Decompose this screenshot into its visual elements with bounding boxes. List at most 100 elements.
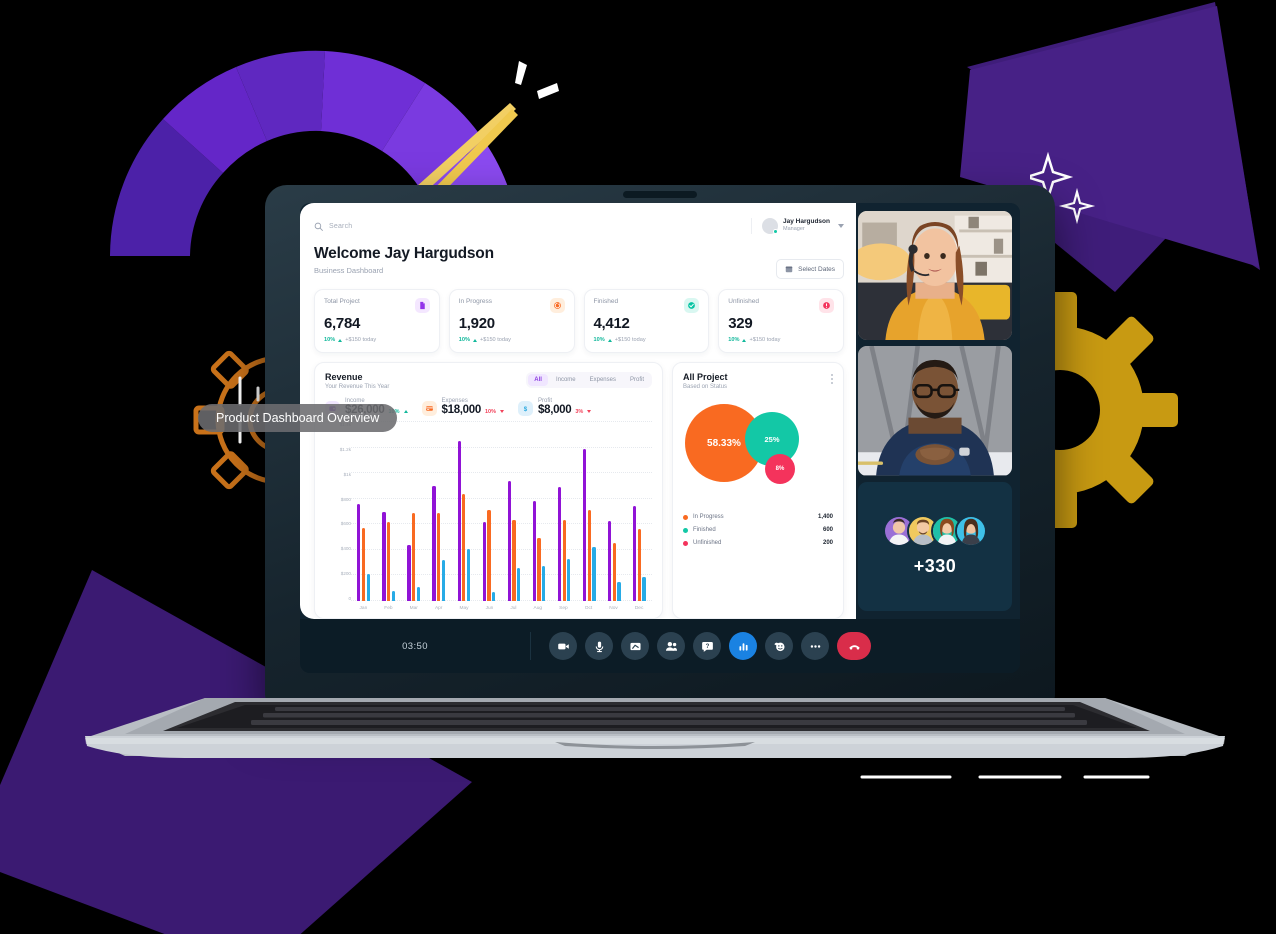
legend-label: In Progress: [693, 514, 724, 520]
all-project-title: All Project: [683, 372, 728, 382]
bar-group: [532, 422, 546, 601]
reaction-icon: [773, 642, 785, 651]
revenue-filter-tabs: All Income Expenses Profit: [526, 372, 652, 388]
all-project-subtitle: Based on Status: [683, 384, 728, 390]
bar-profit: [617, 582, 621, 601]
participants-button[interactable]: [657, 632, 685, 660]
page-title: Welcome Jay Hargudson: [314, 245, 494, 262]
stat-card-delta: +$150 today: [345, 337, 377, 343]
bubble-3[interactable]: 8%: [765, 454, 795, 484]
bar-expenses: [587, 510, 591, 601]
reaction-button[interactable]: [765, 632, 793, 660]
bar-profit: [366, 573, 370, 601]
bar-income: [357, 503, 361, 601]
revenue-subtitle: Your Revenue This Year: [325, 384, 390, 390]
bar-income: [608, 521, 612, 601]
online-status-dot: [773, 229, 779, 234]
participant-avatars: [883, 515, 987, 548]
svg-text:?: ?: [705, 643, 709, 650]
revenue-card: Revenue Your Revenue This Year All Income…: [314, 362, 663, 619]
stat-card[interactable]: Unfinished 329 10% +$150 today: [718, 289, 844, 353]
tooltip-label: Product Dashboard Overview: [216, 411, 380, 425]
bubble-chart: 58.33% 25% 8%: [683, 396, 833, 508]
poll-button[interactable]: [729, 632, 757, 660]
chevron-down-icon[interactable]: [838, 224, 844, 228]
bar-profit: [567, 558, 571, 601]
tab-income[interactable]: Income: [550, 374, 582, 386]
bar-profit: [441, 560, 446, 601]
avatar: [955, 515, 987, 548]
x-tick-label: Dec: [634, 605, 644, 611]
stat-card-icon: [414, 298, 430, 313]
end-call-button[interactable]: [837, 632, 871, 660]
stat-card[interactable]: Total Project 6,784 10% +$150 today: [314, 289, 440, 353]
check-icon: [688, 302, 696, 309]
kebab-menu-icon[interactable]: [831, 372, 833, 384]
laptop-base: [85, 698, 1225, 758]
video-tile-participant-2[interactable]: [858, 346, 1012, 476]
y-tick-label: $600: [340, 521, 351, 527]
trend-up-icon: [338, 338, 343, 342]
call-timer: 03:50: [402, 640, 428, 652]
y-tick-label: $1.2k: [339, 446, 351, 452]
webcam-notch: [623, 191, 697, 198]
help-button[interactable]: ?: [693, 632, 721, 660]
x-tick-label: Jun: [485, 605, 494, 611]
stat-card-delta: +$150 today: [479, 337, 511, 343]
stat-card-label: Finished: [593, 298, 619, 305]
bar-expenses: [412, 512, 416, 601]
bar-income: [532, 501, 536, 601]
legend-label: Unfinished: [693, 540, 722, 546]
stat-card-percent: 10%: [458, 337, 470, 343]
select-dates-button[interactable]: Select Dates: [776, 259, 844, 279]
poll-icon: [738, 642, 748, 651]
tab-profit[interactable]: Profit: [624, 374, 650, 386]
x-tick-label: Aug: [533, 605, 543, 611]
legend-row: Finished 600: [683, 527, 833, 533]
dollar-icon: $: [524, 406, 528, 413]
trend-up-icon: [403, 410, 408, 413]
bar-expenses: [562, 520, 566, 601]
screen-share-icon: [629, 642, 641, 650]
end-call-icon: [848, 644, 860, 650]
stat-card-value: 1,920: [458, 315, 495, 332]
user-profile-menu[interactable]: Jay Hargudson Manager: [751, 218, 844, 234]
bar-profit: [466, 549, 471, 601]
sparkle-mark-decoration: [515, 61, 559, 99]
bar-income: [457, 441, 461, 601]
x-tick-label: Jul: [510, 605, 517, 611]
screen-share-button[interactable]: [621, 632, 649, 660]
more-button[interactable]: [801, 632, 829, 660]
y-tick-label: $200: [340, 571, 351, 577]
stat-card-icon: [549, 298, 565, 313]
search-icon: [314, 222, 323, 231]
card-icon: [425, 406, 433, 411]
legend-color-dot: [683, 540, 688, 546]
legend-row: In Progress 1,400: [683, 514, 833, 520]
stat-card[interactable]: In Progress 1,920 10% +$150 today: [448, 289, 575, 353]
tab-expenses[interactable]: Expenses: [584, 374, 622, 386]
video-tile-participant-1[interactable]: [858, 211, 1012, 341]
bar-income: [382, 511, 386, 601]
tab-all[interactable]: All: [528, 374, 548, 386]
overflow-participants-tile[interactable]: +330: [858, 481, 1012, 611]
bar-group: [407, 422, 420, 601]
stat-card-delta: +$150 today: [749, 337, 781, 343]
bar-expenses: [612, 542, 616, 601]
search-input[interactable]: Search: [329, 223, 352, 230]
revenue-metric-value: $18,000: [441, 404, 482, 416]
x-tick-label: Oct: [584, 605, 593, 611]
trend-up-icon: [472, 338, 477, 342]
camera-button[interactable]: [549, 632, 577, 660]
stat-card[interactable]: Finished 4,412 10% +$150 today: [583, 289, 710, 353]
legend-label: Finished: [693, 527, 716, 533]
microphone-button[interactable]: [585, 632, 613, 660]
bar-group: [582, 422, 596, 601]
legend-value: 600: [822, 527, 833, 533]
video-participants-column: +330: [856, 203, 1020, 619]
dashed-line-decoration: [860, 775, 1150, 779]
bar-group: [382, 422, 395, 601]
bar-expenses: [512, 520, 516, 601]
search-bar[interactable]: Search: [314, 222, 352, 231]
meeting-app: Search Jay Hargudson Manager Welcome Jay…: [300, 203, 1020, 619]
